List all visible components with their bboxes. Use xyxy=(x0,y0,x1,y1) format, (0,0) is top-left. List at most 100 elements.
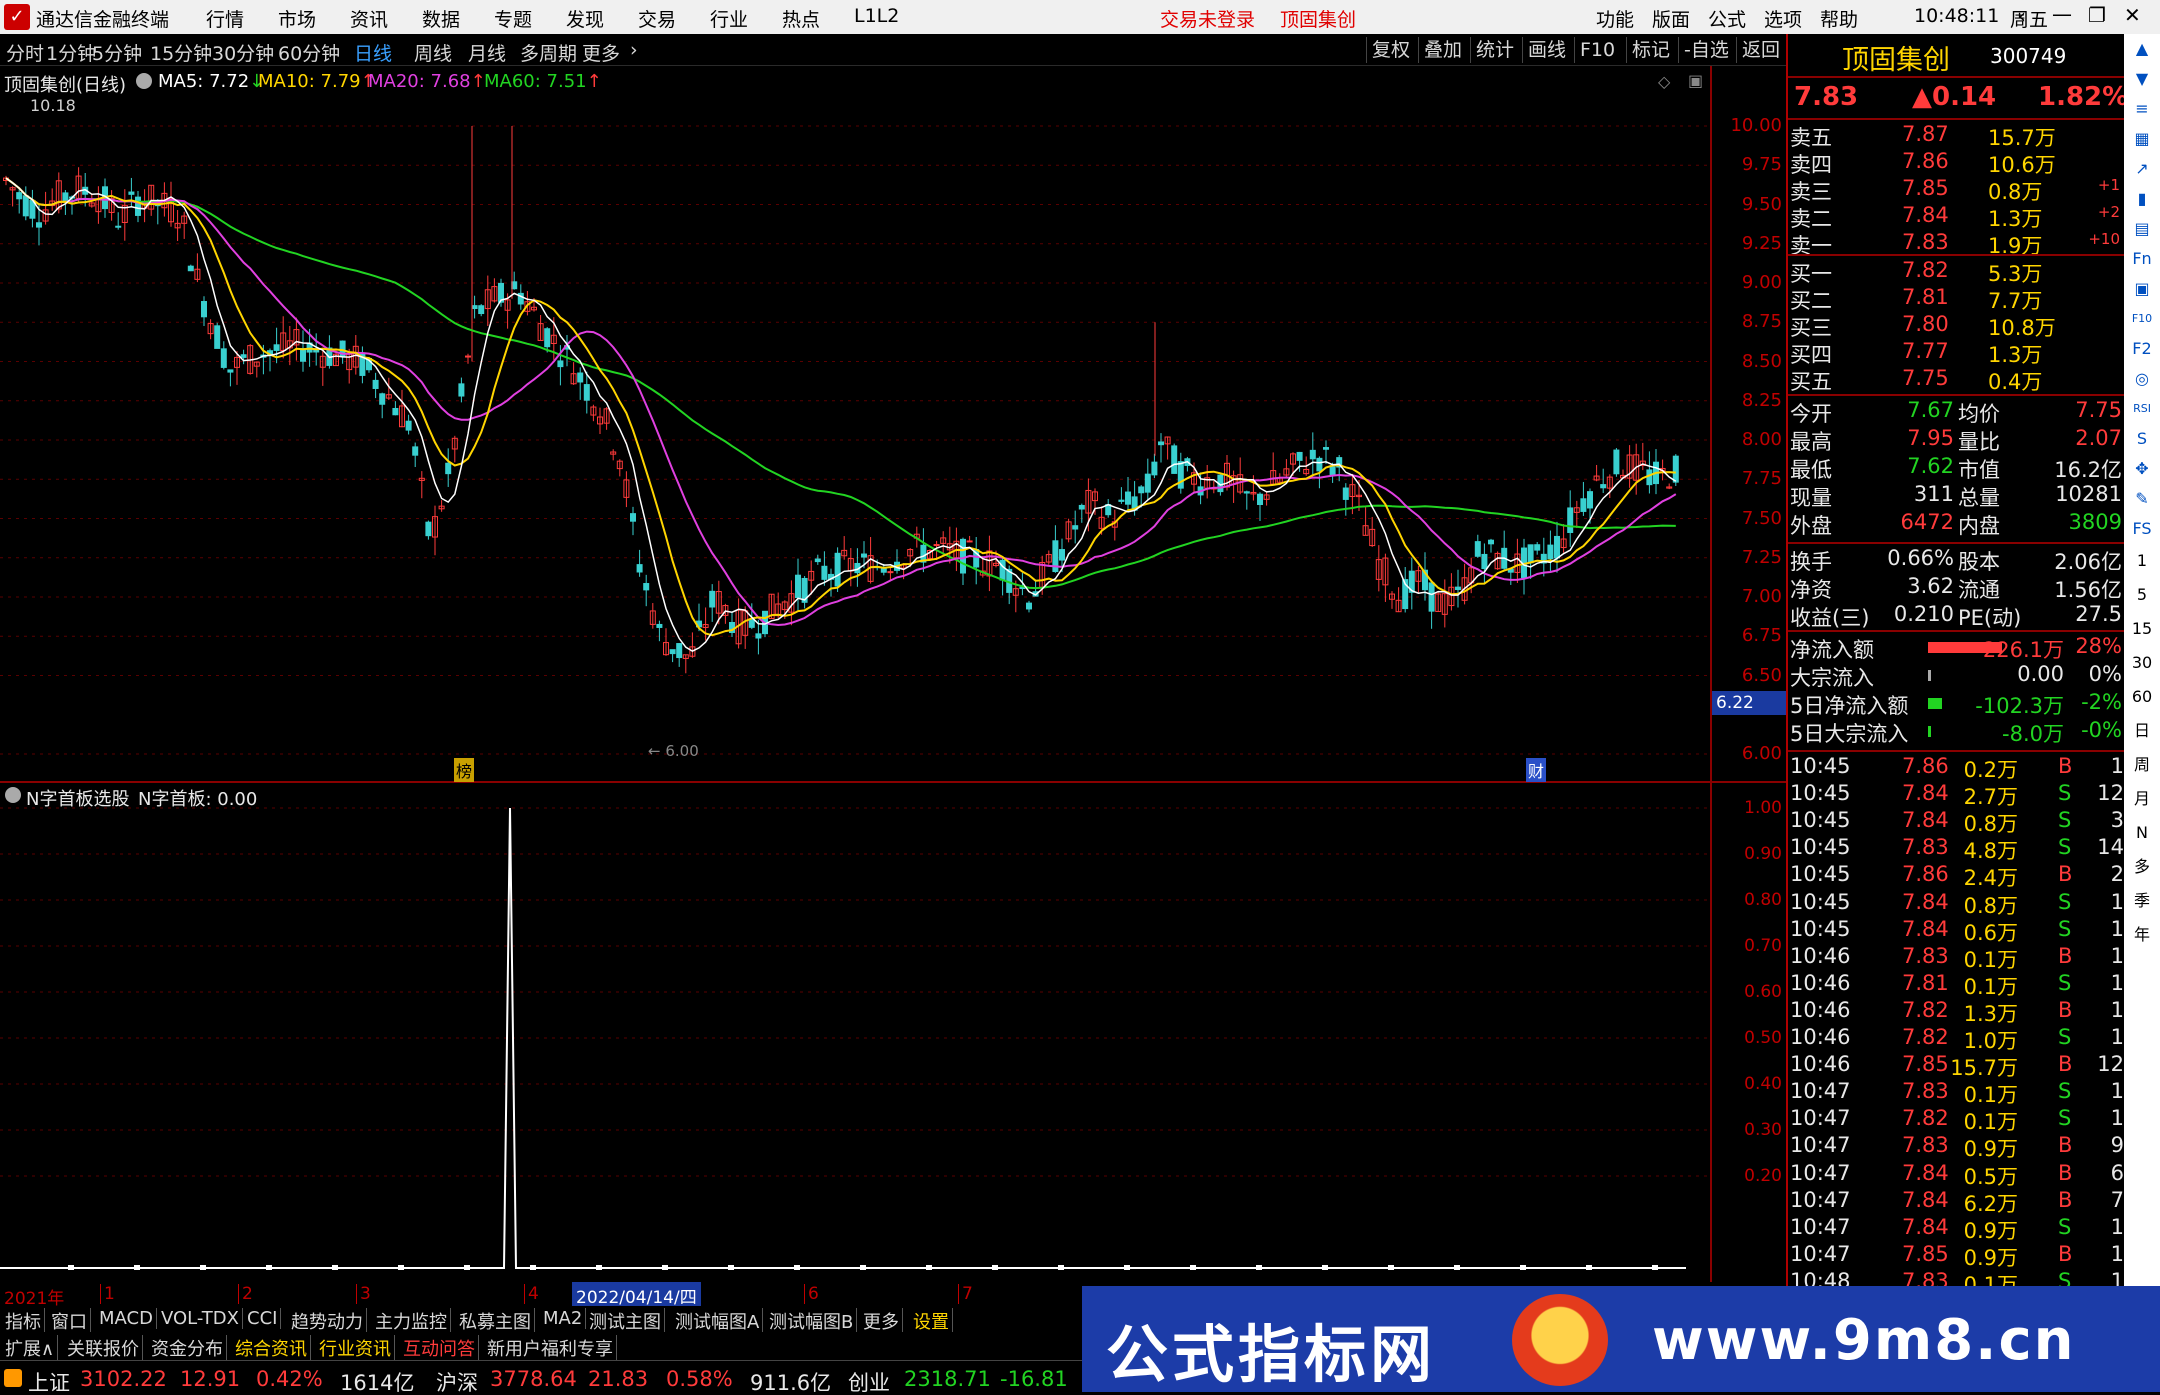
menu-gongshi[interactable]: 公式 xyxy=(1708,5,1746,32)
cy-label[interactable]: 创业 xyxy=(848,1367,890,1395)
fund-icon[interactable]: Fn xyxy=(2124,244,2160,274)
ext-tab-guanlianbaojia[interactable]: 关联报价 xyxy=(64,1335,143,1361)
candle-body xyxy=(372,379,379,389)
list-icon[interactable]: ≡ xyxy=(2124,94,2160,124)
tab-macd[interactable]: MACD xyxy=(96,1308,157,1329)
tool-biaoji[interactable]: 标记 xyxy=(1626,37,1675,63)
period-tab-15min[interactable]: 15分钟 xyxy=(150,39,212,66)
back-icon[interactable]: ‹ xyxy=(2018,4,2026,28)
menu-zhuanti[interactable]: 专题 xyxy=(494,5,532,32)
tab-more[interactable]: 更多 xyxy=(860,1308,903,1334)
candle-icon[interactable]: ▮ xyxy=(2124,184,2160,214)
chart-icon[interactable]: ↗ xyxy=(2124,154,2160,184)
tab-zhulijiankong[interactable]: 主力监控 xyxy=(372,1308,451,1334)
sh-label[interactable]: 上证 xyxy=(28,1367,70,1395)
menu-shichang[interactable]: 市场 xyxy=(278,5,316,32)
s-icon[interactable]: S xyxy=(2124,424,2160,454)
menu-redian[interactable]: 热点 xyxy=(782,5,820,32)
period-tab-1min[interactable]: 1分钟 xyxy=(46,39,96,66)
menu-faxian[interactable]: 发现 xyxy=(566,5,604,32)
menu-jiaoyi[interactable]: 交易 xyxy=(638,5,676,32)
side-period-10[interactable]: 季 xyxy=(2124,884,2160,918)
tab-zhibiao[interactable]: 指标 xyxy=(2,1308,45,1334)
tab-simuzhutu[interactable]: 私募主图 xyxy=(456,1308,535,1334)
menu-hangqing[interactable]: 行情 xyxy=(206,5,244,32)
hs-label[interactable]: 沪深 xyxy=(436,1367,478,1395)
side-period-8[interactable]: N xyxy=(2124,816,2160,850)
tab-vol-tdx[interactable]: VOL-TDX xyxy=(158,1308,243,1329)
ext-tab-zijinfenbu[interactable]: 资金分布 xyxy=(148,1335,227,1361)
tool-f10[interactable]: F10 xyxy=(1574,37,1620,63)
menu-bangzhu[interactable]: 帮助 xyxy=(1820,5,1858,32)
side-period-6[interactable]: 周 xyxy=(2124,748,2160,782)
side-period-9[interactable]: 多 xyxy=(2124,850,2160,884)
period-tab-day[interactable]: 日线 xyxy=(354,39,392,66)
period-tab-month[interactable]: 月线 xyxy=(468,39,506,66)
menu-hangye[interactable]: 行业 xyxy=(710,5,748,32)
ext-tab-hangyezixun[interactable]: 行业资讯 xyxy=(316,1335,395,1361)
menu-zixun[interactable]: 资讯 xyxy=(350,5,388,32)
side-period-11[interactable]: 年 xyxy=(2124,918,2160,952)
menu-gongneng[interactable]: 功能 xyxy=(1596,5,1634,32)
tab-qushidongli[interactable]: 趋势动力 xyxy=(288,1308,367,1334)
period-tab-week[interactable]: 周线 xyxy=(414,39,452,66)
tool-huaxian[interactable]: 画线 xyxy=(1522,37,1571,63)
side-period-7[interactable]: 月 xyxy=(2124,782,2160,816)
side-period-3[interactable]: 30 xyxy=(2124,646,2160,680)
close-icon[interactable]: ✕ xyxy=(2124,3,2141,27)
target-icon[interactable]: ◎ xyxy=(2124,364,2160,394)
side-period-1[interactable]: 5 xyxy=(2124,578,2160,612)
tab-chuangkou[interactable]: 窗口 xyxy=(48,1308,91,1334)
status-icon[interactable] xyxy=(4,1369,22,1387)
doc-icon[interactable]: ▤ xyxy=(2124,214,2160,244)
tool-diejia[interactable]: 叠加 xyxy=(1418,37,1467,63)
period-tab-fenshi[interactable]: 分时 xyxy=(6,39,44,66)
period-tab-30min[interactable]: 30分钟 xyxy=(212,39,274,66)
rsi-icon[interactable]: RSI xyxy=(2124,394,2160,424)
tab-ceshizhutu[interactable]: 测试主图 xyxy=(586,1308,665,1334)
tool-back[interactable]: 返回 xyxy=(1736,37,1785,63)
pencil-icon[interactable]: ✎ xyxy=(2124,484,2160,514)
tab-ma2[interactable]: MA2 xyxy=(540,1308,587,1329)
ext-tab-hudongwenda[interactable]: 互动问答 xyxy=(400,1335,479,1361)
settings-dot-icon[interactable] xyxy=(136,73,152,89)
side-period-2[interactable]: 15 xyxy=(2124,612,2160,646)
news-icon[interactable]: ▣ xyxy=(2124,274,2160,304)
chevron-right-icon[interactable]: › xyxy=(630,39,638,61)
period-tab-more[interactable]: 更多 xyxy=(582,39,620,66)
period-tab-60min[interactable]: 60分钟 xyxy=(278,39,340,66)
candle-body xyxy=(669,649,676,655)
chart-expand-icon[interactable]: ▣ xyxy=(1688,71,1703,90)
tab-ceshifutub[interactable]: 测试幅图B xyxy=(766,1308,858,1334)
arrow-down-icon[interactable]: ▼ xyxy=(2124,64,2160,94)
tab-cci[interactable]: CCI xyxy=(244,1308,282,1329)
tool-tongji[interactable]: 统计 xyxy=(1470,37,1519,63)
login-status[interactable]: 交易未登录 xyxy=(1160,5,1255,32)
side-period-0[interactable]: 1 xyxy=(2124,544,2160,578)
menu-shuju[interactable]: 数据 xyxy=(422,5,460,32)
minimize-icon[interactable]: — xyxy=(2052,2,2072,26)
arrow-up-icon[interactable]: ▲ xyxy=(2124,34,2160,64)
menu-l1l2[interactable]: L1L2 xyxy=(854,5,899,27)
chart-mode-icon[interactable]: ◇ xyxy=(1658,72,1670,91)
period-tab-multi[interactable]: 多周期 xyxy=(520,39,577,66)
period-tab-5min[interactable]: 5分钟 xyxy=(92,39,142,66)
flow-pct: 28% xyxy=(2075,634,2122,658)
side-period-5[interactable]: 日 xyxy=(2124,714,2160,748)
ext-tab-zonghezixun[interactable]: 综合资讯 xyxy=(232,1335,311,1361)
maximize-icon[interactable]: ❐ xyxy=(2088,3,2106,27)
ext-tab-expand[interactable]: 扩展∧ xyxy=(2,1335,59,1361)
side-period-4[interactable]: 60 xyxy=(2124,680,2160,714)
tool-fuquan[interactable]: 复权 xyxy=(1366,37,1415,63)
tool-zixuan[interactable]: -自选 xyxy=(1678,37,1734,63)
tab-settings[interactable]: 设置 xyxy=(910,1308,953,1334)
f10-icon[interactable]: F10 xyxy=(2124,304,2160,334)
tab-ceshifutua[interactable]: 测试幅图A xyxy=(672,1308,764,1334)
fs-icon[interactable]: FS xyxy=(2124,514,2160,544)
menu-banmian[interactable]: 版面 xyxy=(1652,5,1690,32)
f2-icon[interactable]: F2 xyxy=(2124,334,2160,364)
move-icon[interactable]: ✥ xyxy=(2124,454,2160,484)
menu-xuanxiang[interactable]: 选项 xyxy=(1764,5,1802,32)
grid-icon[interactable]: ▦ xyxy=(2124,124,2160,154)
ext-tab-newuser[interactable]: 新用户福利专享 xyxy=(484,1335,617,1361)
